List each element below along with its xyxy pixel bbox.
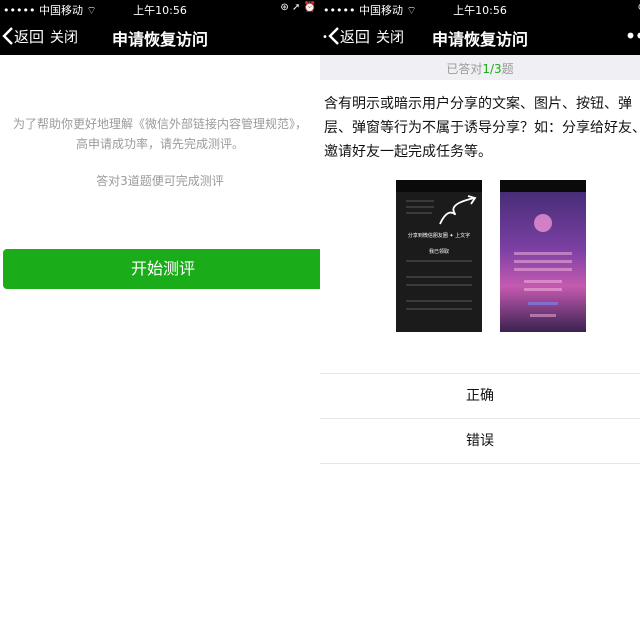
progress-prefix: 已答对 [446, 62, 483, 76]
example-text-line [406, 300, 472, 302]
progress-value: 1/3 [482, 62, 502, 76]
example-text-line [406, 212, 432, 214]
example-text-line [406, 276, 472, 278]
example-claim-label: 我已领取 [428, 249, 449, 255]
share-arrow-icon [439, 195, 477, 225]
example-phone-topbar [396, 180, 482, 192]
example-screenshot-share-prompt: 分享到微信朋友圈 ✦ 上文字 我已领取 [396, 180, 482, 332]
question-line-2: 层、弹窗等行为不属于诱导分享？如：分享给好友、 [324, 120, 640, 136]
question-line-1: 含有明示或暗示用户分享的文案、图片、按钮、弹 [324, 96, 632, 112]
example-text-line [514, 268, 572, 271]
example-text-line [406, 260, 472, 262]
example-text-line [406, 200, 434, 202]
progress-suffix: 题 [501, 62, 514, 76]
intro-text: 为了帮助你更好地理解《微信外部链接内容管理规范》， 高申请成功率，请先完成测评。 [0, 114, 320, 154]
answer-false-button[interactable]: 错误 [320, 418, 640, 464]
status-bar: ••••• 中国移动 ⌔ 上午10:56 ⊛ ➚ ⏰ [0, 0, 320, 18]
nav-bar: •返回 关闭 申请恢复访问 ••• [320, 18, 640, 55]
example-button [528, 302, 558, 305]
example-text-line [514, 252, 572, 255]
status-time: 上午10:56 [133, 4, 187, 17]
progress-bar: 已答对1/3题 [320, 55, 640, 80]
example-text-line [514, 260, 572, 263]
example-text-line [524, 280, 562, 283]
example-emblem [534, 214, 552, 232]
intro-line-2: 高申请成功率，请先完成测评。 [75, 137, 244, 151]
nav-bar: 返回 关闭 申请恢复访问 [0, 18, 320, 55]
example-text-line [530, 314, 556, 317]
example-text-line [406, 308, 472, 310]
question-line-3: 邀请好友一起完成任务等。 [324, 144, 492, 160]
example-screenshot-invite-page [500, 180, 586, 332]
example-text-line [406, 206, 434, 208]
answer-list: 正确 错误 [320, 373, 640, 464]
status-time: 上午10:56 [453, 4, 507, 17]
page-title: 申请恢复访问 [431, 30, 528, 49]
intro-screen: ••••• 中国移动 ⌔ 上午10:56 ⊛ ➚ ⏰ 返回 关闭 申请恢复访问 … [0, 0, 320, 640]
question-text: 含有明示或暗示用户分享的文案、图片、按钮、弹 层、弹窗等行为不属于诱导分享？如：… [324, 92, 640, 164]
example-share-label: 分享到微信朋友圈 ✦ 上文字 [407, 233, 471, 239]
status-bar: ••••• 中国移动 ⌔ 上午10:56 ⊛ [320, 0, 640, 18]
answer-true-button[interactable]: 正确 [320, 373, 640, 418]
hint-text: 答对3道题便可完成测评 [96, 174, 224, 188]
status-icons: ⊛ ➚ ⏰ [280, 2, 316, 13]
more-icon[interactable]: ••• [625, 24, 640, 48]
start-assessment-button[interactable]: 开始测评 [3, 249, 320, 289]
example-phone-topbar [500, 180, 586, 192]
intro-line-1: 为了帮助你更好地理解《微信外部链接内容管理规范》， [12, 117, 307, 131]
example-text-line [406, 284, 472, 286]
progress-text: 已答对1/3题 [320, 60, 640, 77]
quiz-screen: ••••• 中国移动 ⌔ 上午10:56 ⊛ •返回 关闭 申请恢复访问 •••… [320, 0, 640, 640]
page-title: 申请恢复访问 [111, 30, 208, 49]
example-text-line [524, 288, 562, 291]
